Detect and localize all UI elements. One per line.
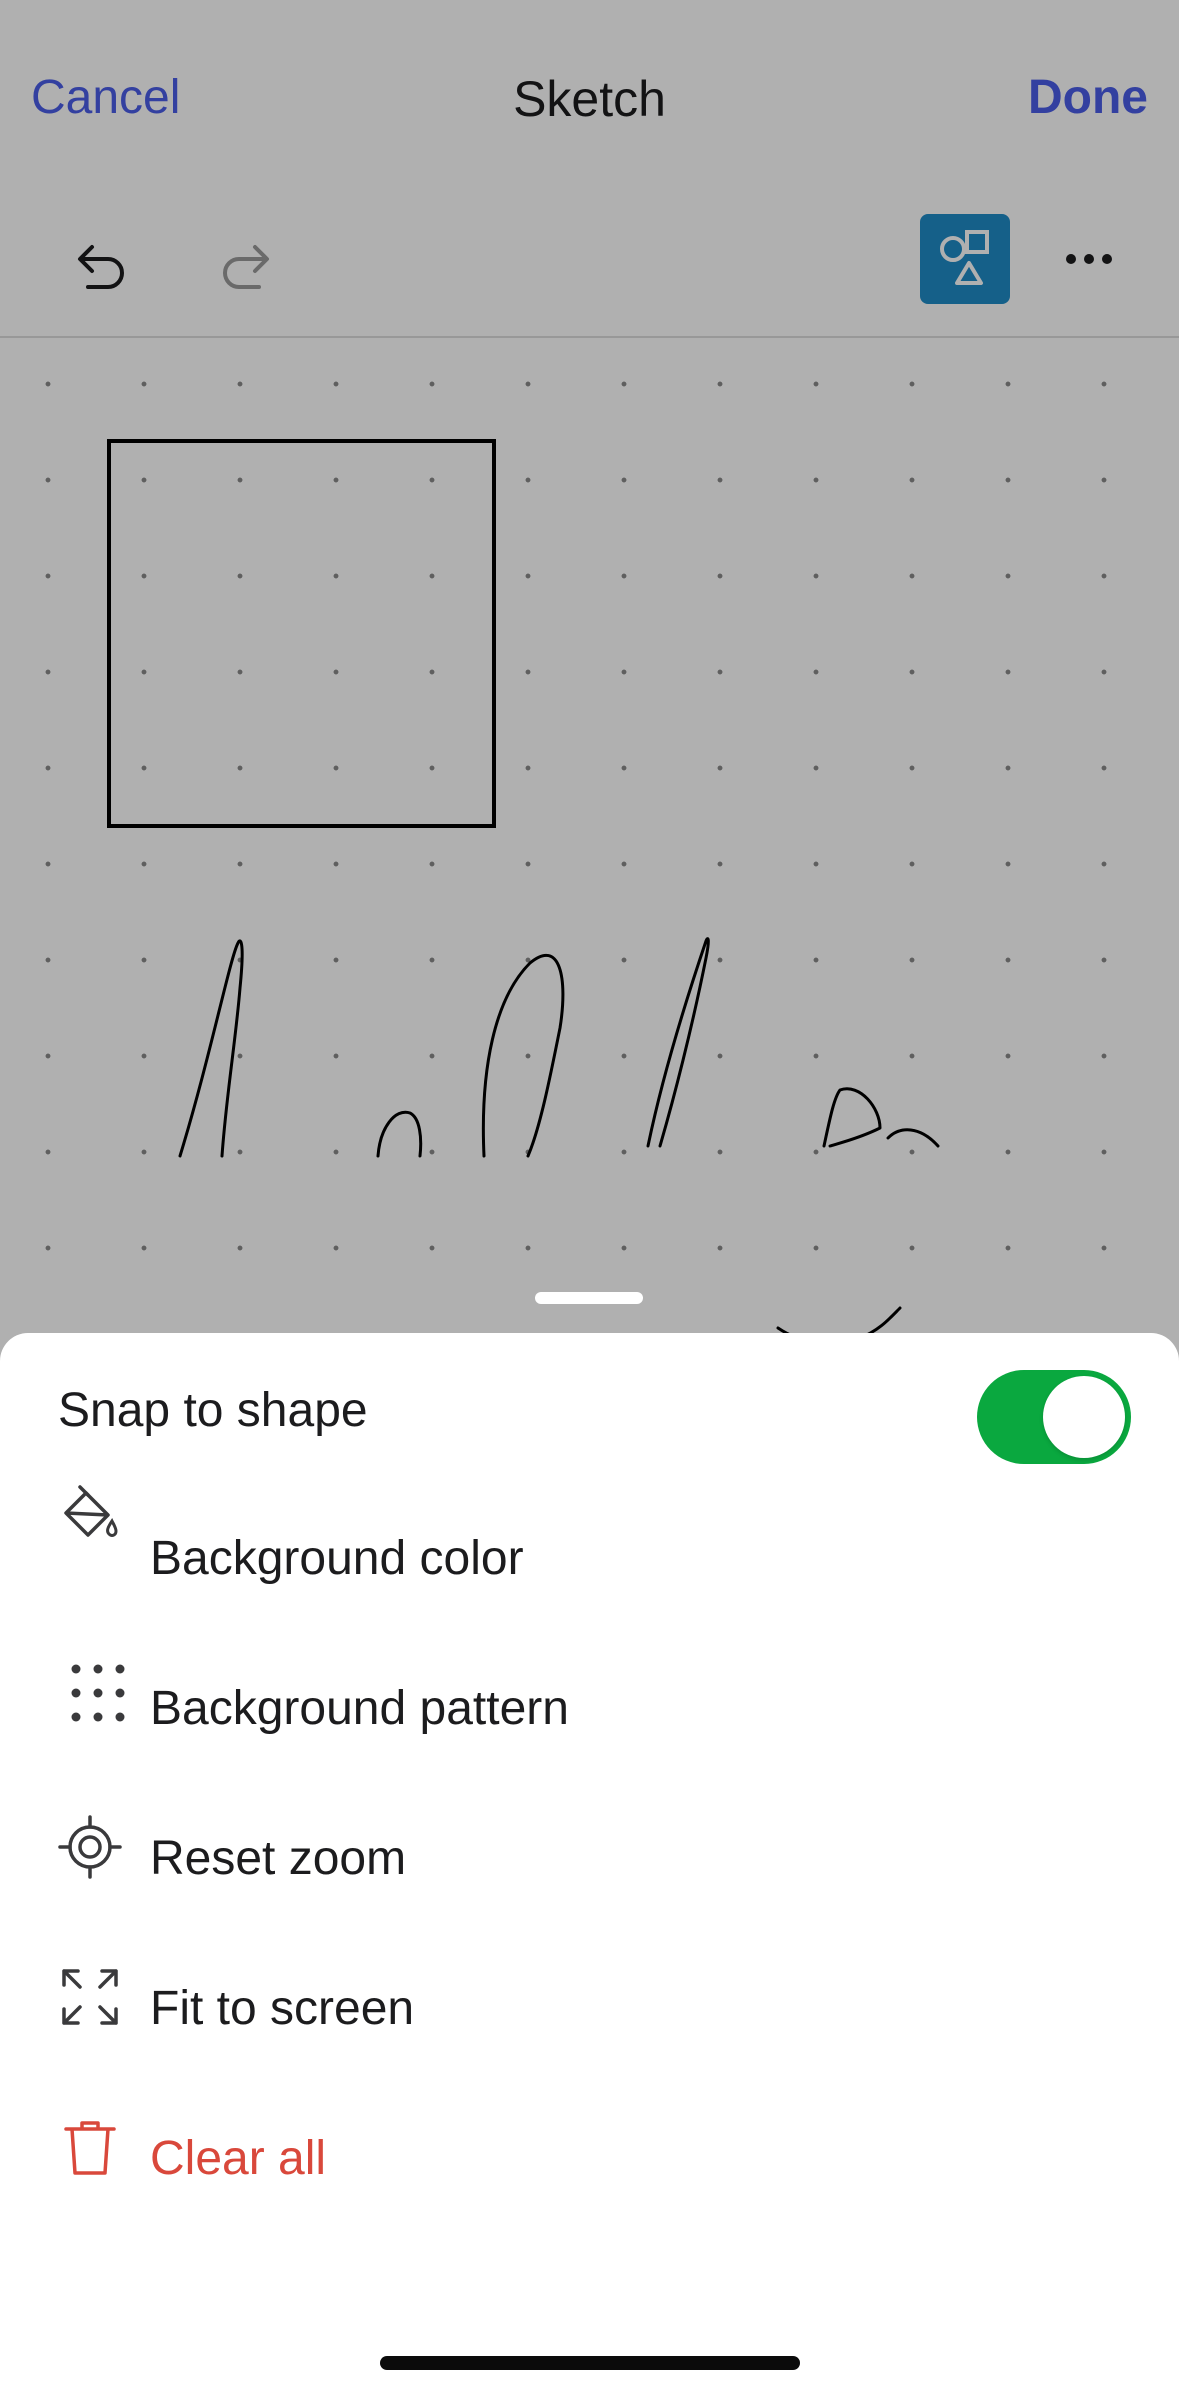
shapes-icon [940, 230, 989, 285]
clear-all-item[interactable]: Clear all [0, 2083, 1179, 2213]
target-icon [58, 1815, 122, 1879]
background-pattern-item[interactable]: Background pattern [0, 1633, 1179, 1763]
sketch-editor: Cancel Sketch Done [0, 0, 1179, 1400]
item-label: Background color [150, 1532, 524, 1585]
expand-icon [62, 1969, 118, 2025]
done-button[interactable]: Done [1028, 70, 1148, 125]
drawing-canvas[interactable] [0, 338, 1179, 1400]
navigation-bar: Cancel Sketch Done [0, 0, 1179, 190]
redo-icon [223, 245, 269, 289]
dot-grid-icon [71, 1664, 125, 1722]
home-indicator [380, 2356, 800, 2370]
undo-button[interactable] [55, 220, 145, 310]
item-label: Background pattern [150, 1682, 569, 1735]
item-label: Reset zoom [150, 1832, 407, 1885]
more-button[interactable] [1044, 214, 1134, 304]
freehand-strokes [178, 937, 940, 1345]
item-label: Clear all [150, 2132, 327, 2185]
page-title: Sketch [513, 71, 666, 127]
trash-icon [64, 2121, 116, 2175]
item-label: Fit to screen [150, 1982, 415, 2035]
snap-to-shape-toggle[interactable] [977, 1370, 1131, 1464]
fit-to-screen-item[interactable]: Fit to screen [0, 1933, 1179, 2063]
drawn-square [107, 439, 496, 828]
background-color-item[interactable]: Background color [0, 1483, 1179, 1613]
toolbar [0, 200, 1179, 338]
redo-button[interactable] [202, 220, 292, 310]
sheet-grabber[interactable] [535, 1292, 643, 1304]
paint-bucket-icon [64, 1485, 118, 1537]
undo-icon [78, 245, 124, 289]
more-icon [1066, 254, 1112, 264]
toggle-knob [1043, 1376, 1125, 1458]
snap-to-shape-row: Snap to shape [0, 1343, 1179, 1473]
reset-zoom-item[interactable]: Reset zoom [0, 1783, 1179, 1913]
snap-to-shape-label: Snap to shape [58, 1384, 368, 1437]
options-sheet: Snap to shape Background color Backgroun… [0, 1333, 1179, 2396]
shapes-button[interactable] [920, 214, 1010, 304]
